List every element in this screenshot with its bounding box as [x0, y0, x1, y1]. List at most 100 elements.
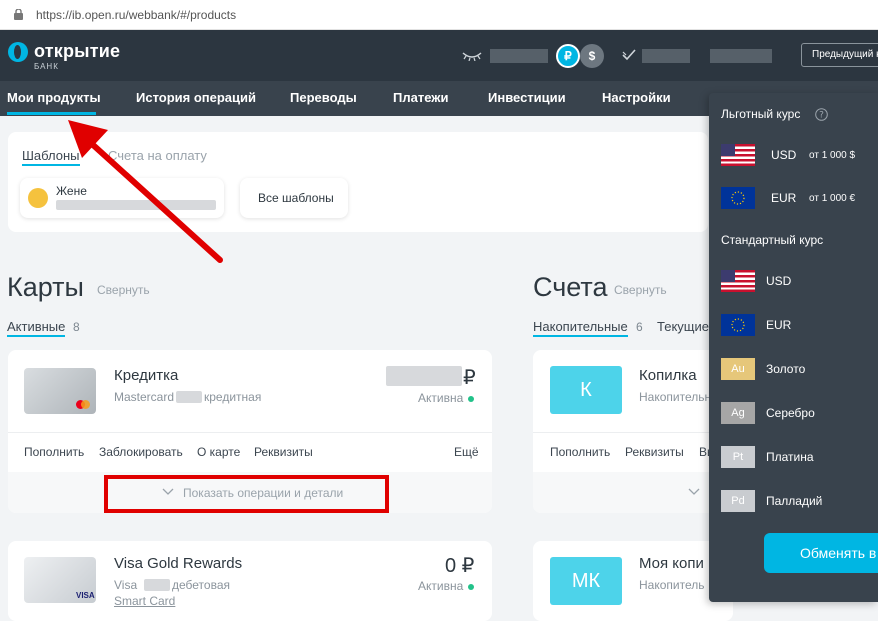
account-my-piggy: МК Моя копи Накопитель — [533, 541, 733, 621]
accounts-tab-savings[interactable]: Накопительные — [533, 319, 628, 337]
all-templates-button[interactable]: Все шаблоны — [240, 178, 348, 218]
account-tile[interactable]: МК — [550, 557, 622, 605]
smart-card-link[interactable]: Smart Card — [114, 594, 175, 608]
about-card-button[interactable]: О карте — [197, 445, 240, 459]
user-name-hidden — [642, 49, 690, 63]
rate-row-usd-preferential[interactable]: USD от 1 000 $ — [721, 144, 878, 166]
rate-code: USD — [766, 274, 792, 288]
currency-usd-toggle[interactable]: $ — [580, 44, 604, 68]
template-card[interactable]: Жене — [20, 178, 224, 218]
accounts-collapse-link[interactable]: Свернуть — [614, 283, 667, 297]
eu-flag-icon — [721, 187, 755, 209]
rate-row-eur-standard[interactable]: EUR — [721, 314, 878, 336]
exchange-rates-panel: Льготный курс ? USD от 1 000 $ EUR от 1 … — [709, 93, 878, 602]
tab-templates[interactable]: Шаблоны — [22, 148, 80, 166]
block-button[interactable]: Заблокировать — [99, 445, 183, 459]
status-dot-icon — [468, 395, 475, 402]
us-flag-icon — [721, 144, 755, 166]
url-text[interactable]: https://ib.open.ru/webbank/#/products — [36, 8, 236, 22]
card-name[interactable]: Кредитка — [114, 367, 178, 384]
user-info-hidden — [710, 49, 772, 63]
gold-icon: Au — [721, 358, 755, 380]
mastercard-logo-icon — [76, 400, 90, 409]
rate-row-palladium[interactable]: Pd Палладий — [721, 490, 878, 512]
nav-active-indicator — [7, 112, 96, 115]
metal-name: Палладий — [766, 494, 823, 508]
nav-transfers[interactable]: Переводы — [290, 90, 357, 105]
account-type: Накопитель — [639, 578, 705, 592]
us-flag-icon — [721, 270, 755, 292]
nav-my-products[interactable]: Мои продукты — [7, 90, 101, 105]
rate-code: USD — [771, 148, 797, 162]
chevron-down-icon — [688, 488, 700, 495]
metal-name: Платина — [766, 450, 814, 464]
help-icon[interactable]: ? — [815, 108, 828, 121]
visa-card-image[interactable]: VISA — [24, 557, 96, 603]
rate-row-silver[interactable]: Ag Серебро — [721, 402, 878, 424]
account-type: Накопительн — [639, 390, 712, 404]
account-name[interactable]: Моя копи — [639, 555, 704, 572]
standard-rate-title: Стандартный курс — [721, 233, 824, 247]
currency-rub-toggle[interactable]: ₽ — [556, 44, 580, 68]
cards-title: Карты — [7, 272, 84, 302]
rate-row-eur-preferential[interactable]: EUR от 1 000 € — [721, 187, 878, 209]
bank-logo-icon[interactable] — [8, 42, 28, 62]
app-header: открытие БАНК ₽ $ Предыдущий к — [0, 30, 878, 81]
visa-logo-icon: VISA — [76, 591, 95, 600]
requisites-button[interactable]: Реквизиты — [254, 445, 313, 459]
nav-history[interactable]: История операций — [136, 90, 256, 105]
cards-collapse-link[interactable]: Свернуть — [97, 283, 150, 297]
template-avatar — [28, 188, 48, 208]
card-system: Visa — [114, 578, 138, 592]
eu-flag-icon — [721, 314, 755, 336]
requisites-button[interactable]: Реквизиты — [625, 445, 684, 459]
card-visa-gold: VISA Visa Gold Rewards Visa дебетовая Sm… — [8, 541, 492, 621]
accounts-tab-count: 6 — [636, 320, 643, 334]
bank-logo-name[interactable]: открытие — [34, 41, 120, 62]
card-divider — [8, 432, 492, 433]
rate-row-usd-standard[interactable]: USD — [721, 270, 878, 292]
rate-threshold: от 1 000 $ — [809, 150, 856, 161]
check-icon — [622, 49, 636, 61]
account-name[interactable]: Копилка — [639, 367, 697, 384]
nav-payments[interactable]: Платежи — [393, 90, 448, 105]
exchange-button[interactable]: Обменять в — [764, 533, 878, 573]
all-templates-label: Все шаблоны — [258, 191, 334, 205]
details-bar[interactable] — [533, 472, 733, 513]
annotation-highlight-box — [104, 475, 389, 513]
tab-invoices[interactable]: Счета на оплату — [108, 148, 207, 163]
templates-panel: Шаблоны Счета на оплату Жене Все шаблоны — [8, 132, 708, 232]
account-divider — [533, 432, 733, 433]
card-system: Mastercard — [114, 390, 175, 404]
nav-investments[interactable]: Инвестиции — [488, 90, 566, 105]
silver-icon: Ag — [721, 402, 755, 424]
accounts-tab-current[interactable]: Текущие — [657, 319, 709, 334]
hide-eye-icon[interactable] — [462, 51, 482, 61]
account-piggy: К Копилка Накопительн Пополнить Реквизит… — [533, 350, 733, 513]
preferential-rate-title: Льготный курс — [721, 107, 801, 121]
browser-url-bar[interactable]: https://ib.open.ru/webbank/#/products — [0, 0, 878, 30]
rate-row-gold[interactable]: Au Золото — [721, 358, 878, 380]
platinum-icon: Pt — [721, 446, 755, 468]
topup-button[interactable]: Пополнить — [550, 445, 610, 459]
cards-tab-active[interactable]: Активные — [7, 319, 66, 337]
rate-row-platinum[interactable]: Pt Платина — [721, 446, 878, 468]
svg-text:?: ? — [819, 111, 824, 121]
cards-tab-count: 8 — [73, 320, 80, 334]
nav-settings[interactable]: Настройки — [602, 90, 671, 105]
card-name[interactable]: Visa Gold Rewards — [114, 555, 242, 572]
card-type: дебетовая — [172, 578, 231, 592]
card-balance-hidden — [386, 366, 462, 386]
rate-code: EUR — [766, 318, 792, 332]
credit-card-image[interactable] — [24, 368, 96, 414]
card-status: Активна — [418, 391, 475, 405]
card-balance: 0 ₽ — [445, 555, 475, 577]
topup-button[interactable]: Пополнить — [24, 445, 84, 459]
rate-code: EUR — [771, 191, 797, 205]
balance-hidden — [490, 49, 548, 63]
bank-logo-sub: БАНК — [34, 62, 59, 71]
previous-version-button[interactable]: Предыдущий к — [801, 43, 878, 67]
more-button[interactable]: Ещё — [454, 445, 479, 459]
card-status: Активна — [418, 579, 475, 593]
account-tile[interactable]: К — [550, 366, 622, 414]
